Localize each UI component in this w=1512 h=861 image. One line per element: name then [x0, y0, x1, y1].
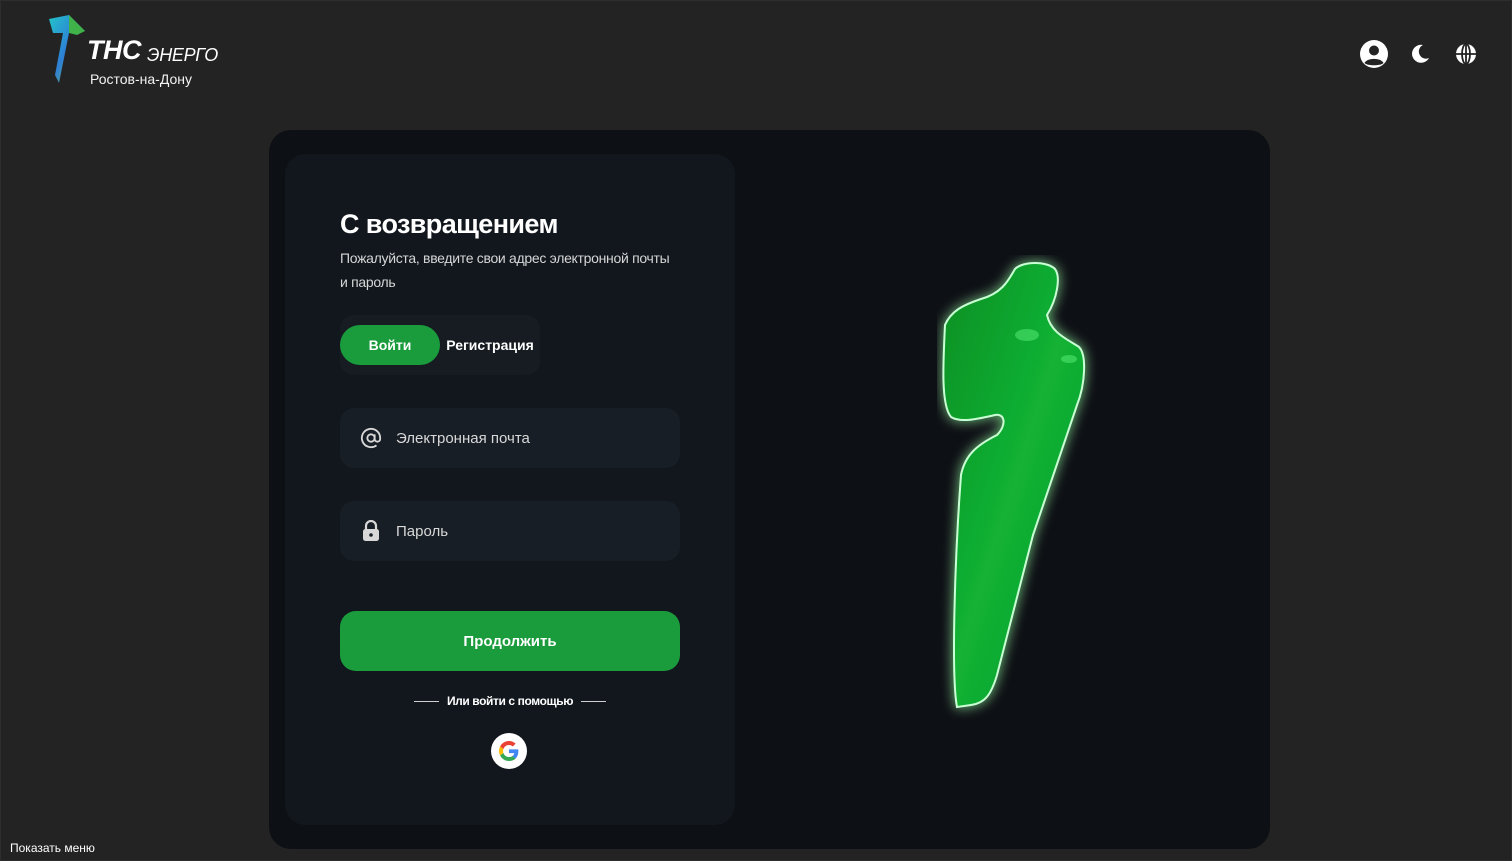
continue-button[interactable]: Продолжить: [340, 611, 680, 671]
page-subtitle: Пожалуйста, введите свои адрес электронн…: [340, 250, 670, 290]
tab-register[interactable]: Регистрация: [444, 325, 536, 365]
page: ТНС ЭНЕРГО Ростов-на-Дону С возвращением…: [0, 0, 1512, 861]
divider-line: [414, 700, 439, 702]
alt-login-divider: Или войти с помощью: [414, 694, 607, 708]
logo-city: Ростов-на-Дону: [90, 71, 192, 87]
logo[interactable]: ТНС ЭНЕРГО Ростов-на-Дону: [47, 15, 227, 87]
at-sign-icon: [360, 427, 382, 449]
globe-icon[interactable]: [1451, 39, 1481, 69]
email-field[interactable]: [340, 408, 680, 468]
moon-icon[interactable]: [1405, 39, 1435, 69]
logo-brand: ТНС: [87, 35, 142, 65]
login-card: С возвращением Пожалуйста, введите свои …: [269, 130, 1270, 849]
divider-line: [581, 700, 607, 702]
google-icon: [499, 741, 519, 761]
password-input[interactable]: [396, 522, 656, 540]
tab-login[interactable]: Войти: [340, 325, 440, 365]
email-input[interactable]: [396, 429, 656, 447]
page-title: С возвращением: [340, 209, 558, 239]
show-menu-link[interactable]: Показать меню: [10, 841, 95, 855]
decorative-figure-image: [942, 262, 1085, 709]
user-icon[interactable]: [1359, 39, 1389, 69]
google-login-button[interactable]: [491, 733, 527, 769]
password-field[interactable]: [340, 501, 680, 561]
auth-tabs: Войти Регистрация: [340, 315, 540, 375]
login-form: С возвращением Пожалуйста, введите свои …: [285, 154, 735, 825]
alt-login-label: Или войти с помощью: [446, 694, 574, 708]
header-actions: [1359, 39, 1481, 69]
logo-mark-icon: [49, 15, 85, 83]
lock-icon: [360, 520, 382, 542]
logo-suffix: ЭНЕРГО: [147, 45, 218, 65]
